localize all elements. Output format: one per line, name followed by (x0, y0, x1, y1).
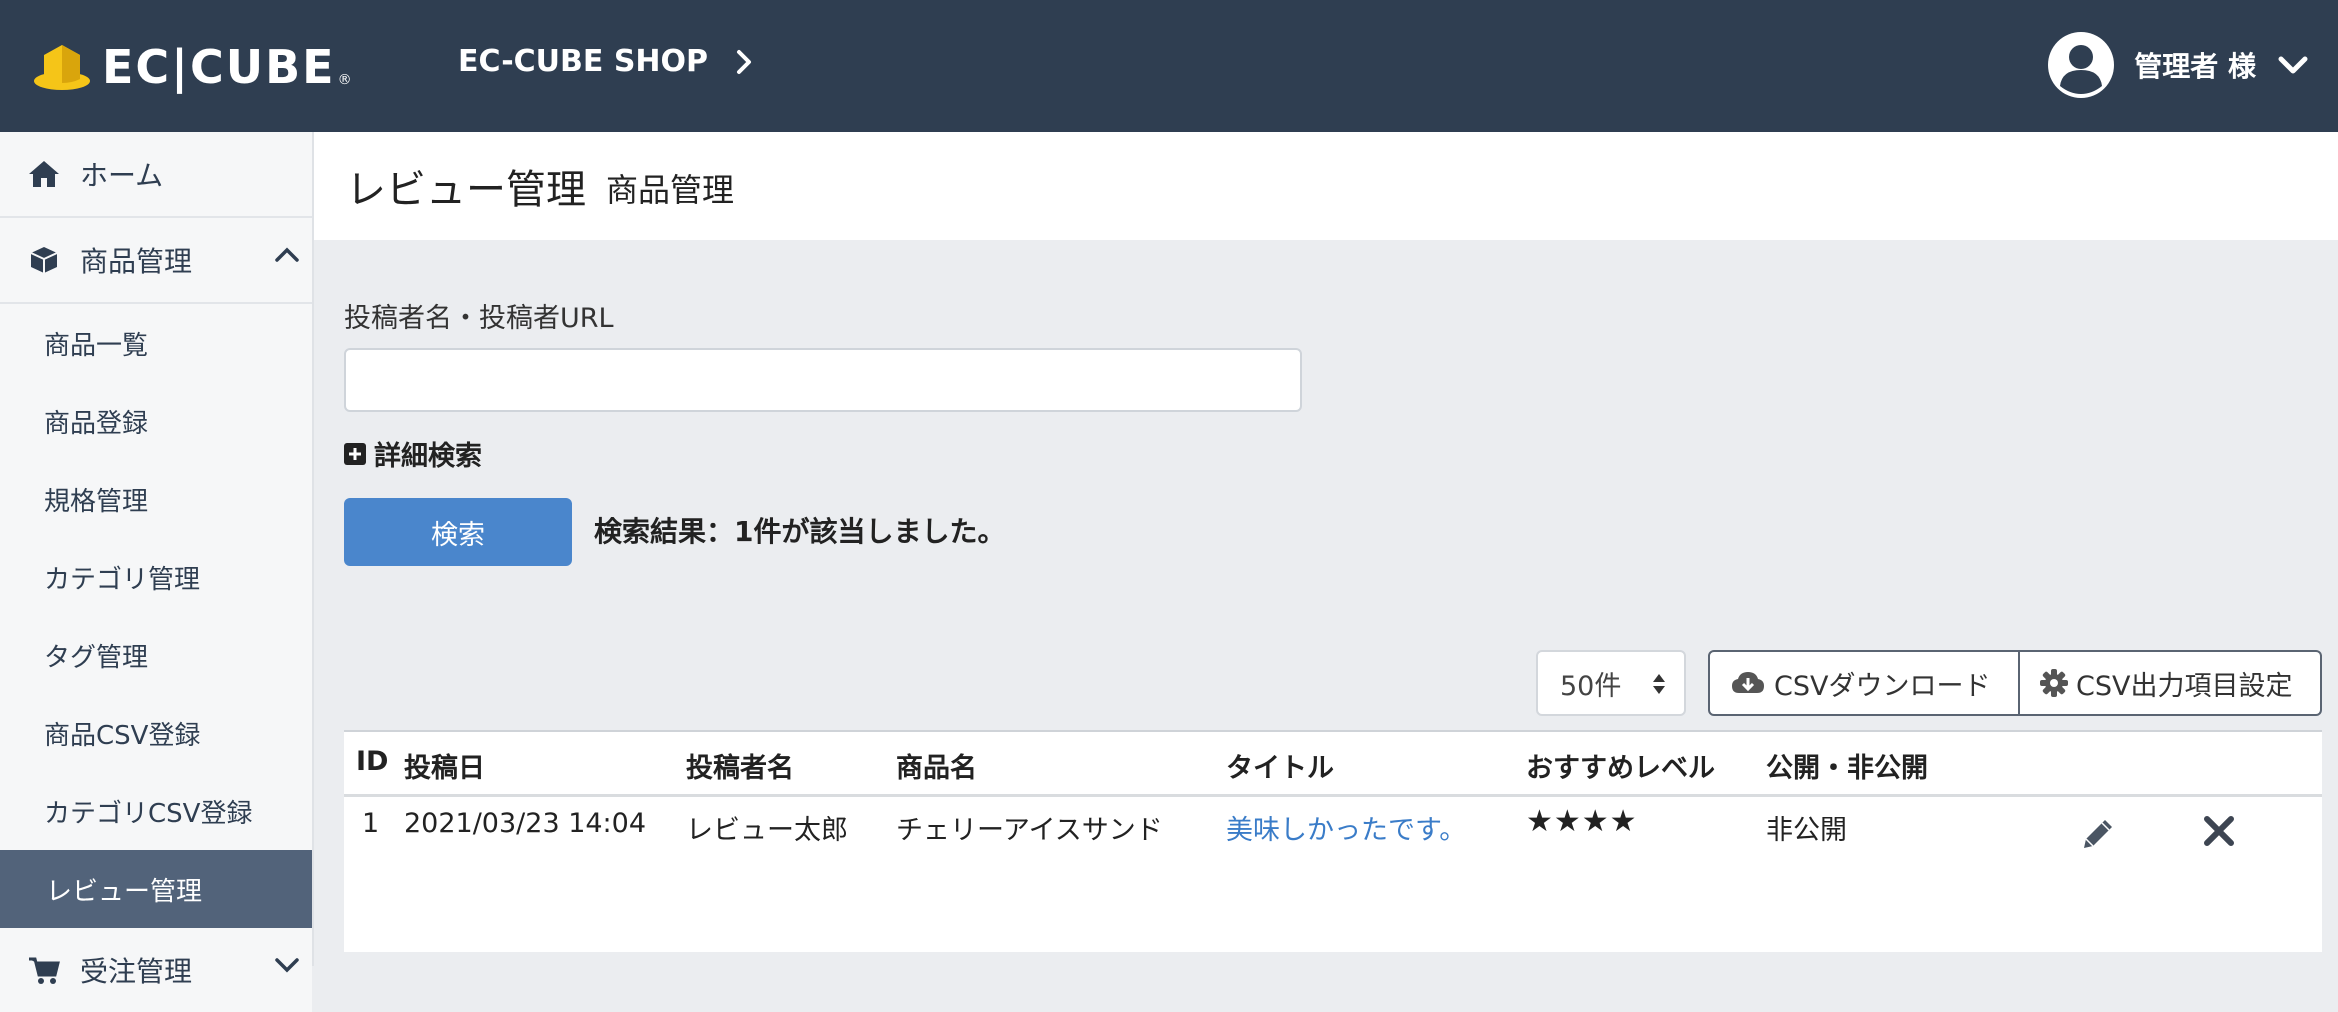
cube-icon (24, 245, 64, 275)
sidebar-item-home[interactable]: ホーム (0, 132, 312, 218)
sidebar-subitem-spec-manage[interactable]: 規格管理 (0, 460, 312, 538)
sidebar-subitem-product-register[interactable]: 商品登録 (0, 382, 312, 460)
sidebar-item-orders[interactable]: 受注管理 (0, 928, 312, 1012)
ec-cube-logo[interactable]: EC|CUBE ® (32, 40, 352, 94)
cell-title-link[interactable]: 美味しかったです。 (1226, 808, 1466, 847)
search-result-count: 検索結果：1件が該当しました。 (594, 515, 1006, 548)
csv-button-group: CSVダウンロード CSV出力項目設定 (1708, 650, 2322, 716)
sidebar-item-label: ホーム (80, 159, 164, 192)
gear-icon (2040, 669, 2068, 697)
search-input[interactable] (344, 348, 1302, 412)
sidebar-subitem-category-manage[interactable]: カテゴリ管理 (0, 538, 312, 616)
shop-link[interactable]: EC-CUBE SHOP (458, 44, 752, 79)
csv-settings-button[interactable]: CSV出力項目設定 (2020, 650, 2322, 716)
pencil-icon[interactable] (2078, 814, 2118, 854)
sort-updown-icon (1653, 674, 1665, 694)
review-table: ID 投稿日 投稿者名 商品名 タイトル おすすめレベル 公開・非公開 1 20… (344, 730, 2322, 952)
sidebar-item-label: 商品管理 (80, 245, 193, 278)
plus-square-icon (344, 442, 366, 465)
column-header-title[interactable]: タイトル (1226, 746, 1334, 785)
cell-product: チェリーアイスサンド (896, 815, 1163, 846)
cell-rating-stars: ★★★★ (1526, 804, 1638, 839)
sidebar-subitem-product-list[interactable]: 商品一覧 (0, 304, 312, 382)
cell-id: 1 (362, 808, 380, 839)
csv-download-label: CSVダウンロード (1774, 670, 1991, 702)
logo-text: EC|CUBE (102, 40, 336, 94)
chevron-down-icon (2278, 56, 2308, 74)
detail-search-label: 詳細検索 (374, 441, 482, 472)
sidebar-subitem-category-csv[interactable]: カテゴリCSV登録 (0, 772, 312, 850)
sidebar-subitem-tag-manage[interactable]: タグ管理 (0, 616, 312, 694)
per-page-select[interactable]: 50件 (1536, 650, 1686, 716)
page-subtitle: 商品管理 (606, 171, 735, 209)
sidebar-item-label: 受注管理 (80, 955, 193, 988)
cart-icon (24, 955, 64, 985)
table-header-divider (344, 794, 2322, 797)
sidebar-item-products[interactable]: 商品管理 (0, 218, 312, 304)
sidebar-subitem-product-csv[interactable]: 商品CSV登録 (0, 694, 312, 772)
column-header-author[interactable]: 投稿者名 (686, 746, 794, 785)
csv-download-button[interactable]: CSVダウンロード (1708, 650, 2020, 716)
sidebar: ホーム 商品管理 商品一覧 商品登録 規格管理 カテゴリ管理 タグ管理 商品CS… (0, 132, 314, 1012)
cell-status: 非公開 (1766, 815, 1847, 846)
search-button[interactable]: 検索 (344, 498, 572, 566)
per-page-value: 50件 (1560, 670, 1622, 702)
page-title: レビュー管理 (346, 167, 586, 213)
chevron-right-icon (737, 49, 752, 74)
user-name-label: 管理者 様 (2134, 50, 2256, 83)
column-header-product[interactable]: 商品名 (896, 746, 977, 785)
search-field-label: 投稿者名・投稿者URL (344, 303, 614, 334)
close-icon[interactable] (2202, 814, 2236, 848)
column-header-status[interactable]: 公開・非公開 (1766, 746, 1928, 785)
user-avatar-icon (2048, 32, 2115, 98)
column-header-date[interactable]: 投稿日 (404, 746, 485, 785)
top-header: EC|CUBE ® EC-CUBE SHOP 管理者 様 (0, 0, 2338, 132)
shop-name-label: EC-CUBE SHOP (458, 44, 709, 79)
csv-settings-label: CSV出力項目設定 (2076, 670, 2293, 702)
detail-search-toggle[interactable]: 詳細検索 (344, 434, 482, 473)
logo-registered-mark: ® (337, 72, 352, 88)
column-header-id[interactable]: ID (356, 746, 388, 777)
cell-author: レビュー太郎 (686, 815, 848, 846)
chevron-up-icon (275, 247, 299, 262)
column-header-rating[interactable]: おすすめレベル (1526, 746, 1715, 785)
page-title-bar: レビュー管理 商品管理 (314, 132, 2338, 240)
cloud-download-icon (1732, 672, 1764, 693)
logo-hat-icon (34, 45, 90, 90)
cell-date: 2021/03/23 14:04 (404, 808, 647, 839)
chevron-down-icon (275, 958, 299, 973)
sidebar-subitem-review-manage[interactable]: レビュー管理 (0, 850, 312, 928)
home-icon (24, 159, 64, 189)
user-menu[interactable]: 管理者 様 (2048, 30, 2308, 100)
